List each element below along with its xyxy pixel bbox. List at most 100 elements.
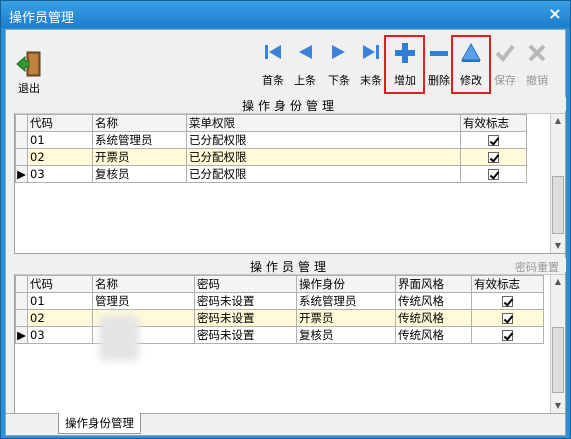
- table-row[interactable]: 02 密码未设置 开票员 传统风格: [15, 309, 544, 327]
- table-row[interactable]: ▶ 03 复核员 已分配权限: [15, 165, 527, 183]
- operators-grid: 代码 名称 密码 操作身份 界面风格 有效标志 01 管理员 密码未设置 系统管…: [14, 274, 566, 414]
- edit-button[interactable]: 修改: [454, 36, 488, 88]
- last-record-button[interactable]: 末条: [354, 36, 388, 88]
- roles-header-row: 代码 名称 菜单权限 有效标志: [15, 114, 527, 132]
- exit-door-icon: [15, 50, 43, 81]
- scroll-thumb[interactable]: [552, 176, 564, 234]
- scroll-up-icon[interactable]: ▲: [551, 275, 565, 289]
- next-icon: [329, 42, 349, 65]
- col-header-name[interactable]: 名称: [92, 275, 195, 293]
- cell-code[interactable]: 01: [27, 292, 93, 310]
- row-indicator-header: [15, 275, 28, 293]
- col-header-ui-style[interactable]: 界面风格: [395, 275, 472, 293]
- previous-record-button[interactable]: 上条: [288, 36, 322, 88]
- cell-valid[interactable]: [471, 309, 544, 327]
- cell-valid[interactable]: [471, 292, 544, 310]
- exit-button[interactable]: 退出: [12, 44, 46, 96]
- table-row[interactable]: 02 开票员 已分配权限: [15, 148, 527, 166]
- roles-grid: 代码 名称 菜单权限 有效标志 01 系统管理员 已分配权限 02 开票员 已分…: [14, 113, 566, 254]
- tab-role-management[interactable]: 操作身份管理: [58, 413, 141, 434]
- table-row[interactable]: 01 系统管理员 已分配权限: [15, 131, 527, 149]
- cell-code[interactable]: 01: [27, 131, 93, 149]
- cell-permission[interactable]: 已分配权限: [186, 165, 461, 183]
- operators-section-title: 操作员管理: [14, 258, 566, 274]
- cell-valid[interactable]: [460, 131, 527, 149]
- client-area: 退出 首条 上条 下条 末条 增加 删除 修改 保存 撤销 操作身份管理 代码 …: [5, 29, 566, 436]
- cell-code[interactable]: 02: [27, 148, 93, 166]
- cell-valid[interactable]: [460, 165, 527, 183]
- cell-ui-style[interactable]: 传统风格: [395, 309, 472, 327]
- roles-section-title: 操作身份管理: [14, 97, 566, 113]
- valid-checkbox[interactable]: [488, 135, 499, 146]
- row-indicator[interactable]: [15, 292, 28, 310]
- minus-icon: [428, 42, 450, 67]
- cell-password[interactable]: 密码未设置: [194, 292, 297, 310]
- cell-name[interactable]: 系统管理员: [92, 131, 187, 149]
- first-icon: [263, 42, 283, 65]
- table-row[interactable]: ▶ 03 密码未设置 复核员 传统风格: [15, 326, 544, 344]
- table-row[interactable]: 01 管理员 密码未设置 系统管理员 传统风格: [15, 292, 544, 310]
- next-record-button[interactable]: 下条: [322, 36, 356, 88]
- first-record-button[interactable]: 首条: [256, 36, 290, 88]
- scroll-down-icon[interactable]: ▼: [551, 399, 565, 413]
- cell-name[interactable]: 管理员: [92, 292, 195, 310]
- cell-permission[interactable]: 已分配权限: [186, 131, 461, 149]
- next-label: 下条: [328, 74, 350, 87]
- row-indicator-header: [15, 114, 28, 132]
- plus-icon: [394, 42, 416, 67]
- add-button[interactable]: 增加: [388, 36, 422, 88]
- current-row-arrow-icon: ▶: [17, 167, 26, 181]
- scroll-up-icon[interactable]: ▲: [551, 114, 565, 128]
- scroll-down-icon[interactable]: ▼: [551, 239, 565, 253]
- valid-checkbox[interactable]: [502, 330, 513, 341]
- cell-valid[interactable]: [460, 148, 527, 166]
- cell-permission[interactable]: 已分配权限: [186, 148, 461, 166]
- col-header-valid[interactable]: 有效标志: [471, 275, 544, 293]
- valid-checkbox[interactable]: [502, 296, 513, 307]
- cell-name[interactable]: 复核员: [92, 165, 187, 183]
- cancel-button[interactable]: 撤销: [520, 36, 554, 88]
- x-icon: [526, 42, 548, 67]
- cell-ui-style[interactable]: 传统风格: [395, 326, 472, 344]
- row-indicator[interactable]: [15, 131, 28, 149]
- row-indicator[interactable]: [15, 148, 28, 166]
- cell-role[interactable]: 复核员: [296, 326, 396, 344]
- cell-code[interactable]: 03: [27, 326, 93, 344]
- title-bar[interactable]: 操作员管理 ×: [1, 1, 570, 28]
- cell-name[interactable]: 开票员: [92, 148, 187, 166]
- col-header-role[interactable]: 操作身份: [296, 275, 396, 293]
- valid-checkbox[interactable]: [488, 152, 499, 163]
- col-header-name[interactable]: 名称: [92, 114, 187, 132]
- operators-vertical-scrollbar[interactable]: ▲ ▼: [550, 275, 565, 413]
- redacted-name-blur: [99, 315, 139, 361]
- bottom-tab-bar: 操作身份管理: [6, 413, 565, 435]
- save-button[interactable]: 保存: [488, 36, 522, 88]
- current-row-arrow-icon: ▶: [17, 328, 26, 342]
- first-label: 首条: [262, 74, 284, 87]
- scroll-thumb[interactable]: [552, 327, 564, 393]
- row-indicator[interactable]: ▶: [15, 326, 28, 344]
- edit-triangle-icon: [460, 42, 482, 67]
- row-indicator[interactable]: ▶: [15, 165, 28, 183]
- valid-checkbox[interactable]: [488, 169, 499, 180]
- valid-checkbox[interactable]: [502, 313, 513, 324]
- cell-code[interactable]: 03: [27, 165, 93, 183]
- cell-password[interactable]: 密码未设置: [194, 309, 297, 327]
- col-header-menu-permission[interactable]: 菜单权限: [186, 114, 461, 132]
- cell-ui-style[interactable]: 传统风格: [395, 292, 472, 310]
- cell-valid[interactable]: [471, 326, 544, 344]
- password-reset-button[interactable]: 密码重置: [515, 259, 559, 275]
- edit-label: 修改: [460, 74, 482, 87]
- col-header-code[interactable]: 代码: [27, 114, 93, 132]
- col-header-code[interactable]: 代码: [27, 275, 93, 293]
- roles-vertical-scrollbar[interactable]: ▲ ▼: [550, 114, 565, 253]
- col-header-valid[interactable]: 有效标志: [460, 114, 527, 132]
- cell-role[interactable]: 开票员: [296, 309, 396, 327]
- cell-code[interactable]: 02: [27, 309, 93, 327]
- row-indicator[interactable]: [15, 309, 28, 327]
- cancel-label: 撤销: [526, 74, 548, 87]
- col-header-password[interactable]: 密码: [194, 275, 297, 293]
- cell-password[interactable]: 密码未设置: [194, 326, 297, 344]
- cell-role[interactable]: 系统管理员: [296, 292, 396, 310]
- close-button[interactable]: ×: [546, 5, 564, 23]
